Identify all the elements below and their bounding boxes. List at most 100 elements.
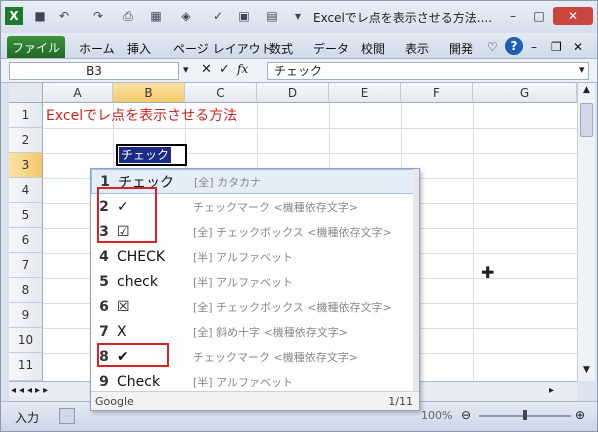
candidate-description: チェックマーク <機種依存文字> — [193, 200, 358, 214]
row-header-3[interactable]: 3 — [9, 153, 43, 178]
excel-icon[interactable]: X — [5, 7, 23, 25]
name-box[interactable]: B3 — [9, 62, 179, 80]
row-header-5[interactable]: 5 — [9, 203, 43, 228]
tab-page-layout[interactable]: ページ レイアウト — [173, 40, 273, 57]
formula-input[interactable]: チェック — [267, 62, 589, 80]
candidate-scrollbar[interactable] — [413, 169, 419, 391]
ime-candidate-window: 1 チェック [全] カタカナ 2 ✓ チェックマーク <機種依存文字> 3 ☑… — [90, 168, 420, 411]
zoom-slider-thumb[interactable] — [523, 410, 527, 420]
candidate-description: チェックマーク <機種依存文字> — [193, 350, 358, 364]
title-bar: X ■ ↶ ↷ ⎙ ▦ ◈ ✓ ▣ ▤ ▾ Excelでレ点を表示させる方法..… — [1, 1, 597, 33]
candidate-item[interactable]: 6 ☒ [全] チェックボックス <機種依存文字> — [91, 294, 419, 319]
ime-page-indicator: 1/11 — [388, 395, 413, 408]
name-box-dropdown-icon[interactable]: ▾ — [183, 63, 189, 76]
candidate-word: Check — [117, 373, 161, 390]
candidate-description: [全] 斜め十字 <機種依存文字> — [193, 325, 349, 339]
formula-bar: B3 ▾ ✕ ✓ fx チェック ▾ — [1, 59, 597, 83]
row-header-2[interactable]: 2 — [9, 128, 43, 153]
expand-formula-icon[interactable]: ▾ — [579, 63, 585, 76]
window-title: Excelでレ点を表示させる方法.... — [313, 11, 493, 25]
candidate-description: [半] アルファベット — [193, 275, 293, 289]
tab-home[interactable]: ホーム — [79, 40, 115, 57]
scroll-thumb[interactable] — [580, 103, 593, 137]
candidate-number: 9 — [99, 373, 109, 390]
column-header-f[interactable]: F — [401, 83, 473, 103]
check-icon[interactable]: ✓ — [209, 7, 227, 25]
macro-record-icon[interactable] — [59, 408, 75, 424]
tab-view[interactable]: 表示 — [405, 40, 429, 57]
candidate-description: [全] チェックボックス <機種依存文字> — [193, 225, 392, 239]
ime-footer: Google 1/11 — [91, 391, 419, 410]
minimize-icon[interactable]: – — [501, 7, 525, 25]
maximize-icon[interactable]: □ — [527, 7, 551, 25]
highlight-box — [97, 343, 169, 367]
column-header-g[interactable]: G — [473, 83, 577, 103]
row-header-9[interactable]: 9 — [9, 303, 43, 328]
candidate-description: [半] アルファベット — [193, 375, 293, 389]
zoom-level[interactable]: 100% — [421, 409, 452, 422]
close-icon[interactable]: ✕ — [553, 7, 593, 25]
customize-toolbar-icon[interactable]: ▾ — [289, 7, 307, 25]
save-icon[interactable]: ■ — [31, 7, 49, 25]
candidate-word: X — [117, 323, 127, 340]
ribbon-tabs: ファイル ホーム 挿入 ページ レイアウト 数式 データ 校閲 表示 開発 ♡ … — [1, 33, 597, 59]
cell-a1[interactable]: Excelでレ点を表示させる方法 — [46, 105, 237, 125]
candidate-number: 5 — [99, 273, 109, 290]
cell-b3-edit-text[interactable]: チェック — [119, 147, 172, 163]
tab-data[interactable]: データ — [313, 40, 349, 57]
borders-icon[interactable]: ▦ — [147, 7, 165, 25]
scroll-down-icon[interactable]: ▼ — [580, 365, 593, 379]
row-header-1[interactable]: 1 — [9, 103, 43, 128]
candidate-description: [半] アルファベット — [193, 250, 293, 264]
enter-icon[interactable]: ✓ — [219, 62, 230, 77]
candidate-item[interactable]: 4 CHECK [半] アルファベット — [91, 244, 419, 269]
help-icon[interactable]: ? — [505, 37, 523, 55]
restore-workbook-icon[interactable]: ❐ — [551, 40, 562, 54]
ribbon-collapse-icon[interactable]: ♡ — [487, 40, 498, 54]
cancel-icon[interactable]: ✕ — [201, 62, 212, 77]
close-workbook-icon[interactable]: ✕ — [573, 40, 583, 54]
tab-review[interactable]: 校閲 — [361, 40, 385, 57]
candidate-item[interactable]: 5 check [半] アルファベット — [91, 269, 419, 294]
candidate-word: CHECK — [117, 248, 166, 265]
candidate-description: [全] チェックボックス <機種依存文字> — [193, 300, 392, 314]
row-header-6[interactable]: 6 — [9, 228, 43, 253]
insert-function-icon[interactable]: fx — [237, 62, 248, 76]
tab-file[interactable]: ファイル — [7, 36, 65, 58]
candidate-description: [全] カタカナ — [194, 175, 262, 189]
column-header-e[interactable]: E — [329, 83, 401, 103]
redo-icon[interactable]: ↷ — [89, 7, 107, 25]
row-header-8[interactable]: 8 — [9, 278, 43, 303]
tab-developer[interactable]: 開発 — [449, 40, 473, 57]
image-icon[interactable]: ▣ — [235, 7, 253, 25]
select-all-corner[interactable] — [9, 83, 43, 103]
gridline — [473, 103, 474, 381]
scroll-up-icon[interactable]: ▲ — [580, 85, 593, 99]
print-preview-icon[interactable]: ⎙ — [119, 7, 137, 25]
highlight-box — [97, 187, 157, 243]
row-header-11[interactable]: 11 — [9, 353, 43, 381]
ime-provider: Google — [95, 395, 134, 408]
zoom-out-icon[interactable]: ⊖ — [461, 408, 471, 422]
row-header-4[interactable]: 4 — [9, 178, 43, 203]
document-icon[interactable]: ▤ — [263, 7, 281, 25]
vertical-scrollbar[interactable]: ▲ ▼ — [577, 83, 595, 381]
row-header-7[interactable]: 7 — [9, 253, 43, 278]
column-header-d[interactable]: D — [257, 83, 329, 103]
hscroll-right-icon[interactable]: ▸ — [549, 385, 554, 396]
sheet-nav-icon[interactable]: ◂◂◂▸▸ — [11, 385, 51, 396]
candidate-number: 4 — [99, 248, 109, 265]
tab-formulas[interactable]: 数式 — [269, 40, 293, 57]
tab-insert[interactable]: 挿入 — [127, 40, 151, 57]
zoom-in-icon[interactable]: ⊕ — [575, 408, 585, 422]
undo-icon[interactable]: ↶ — [55, 7, 73, 25]
row-header-10[interactable]: 10 — [9, 328, 43, 353]
mouse-cursor-icon: ✚ — [481, 263, 495, 282]
column-header-a[interactable]: A — [43, 83, 113, 103]
fill-color-icon[interactable]: ◈ — [177, 7, 195, 25]
candidate-word: ☒ — [117, 298, 130, 315]
column-header-b[interactable]: B — [113, 83, 185, 103]
candidate-item[interactable]: 7 X [全] 斜め十字 <機種依存文字> — [91, 319, 419, 344]
minimize-workbook-icon[interactable]: – — [531, 40, 537, 54]
column-header-c[interactable]: C — [185, 83, 257, 103]
